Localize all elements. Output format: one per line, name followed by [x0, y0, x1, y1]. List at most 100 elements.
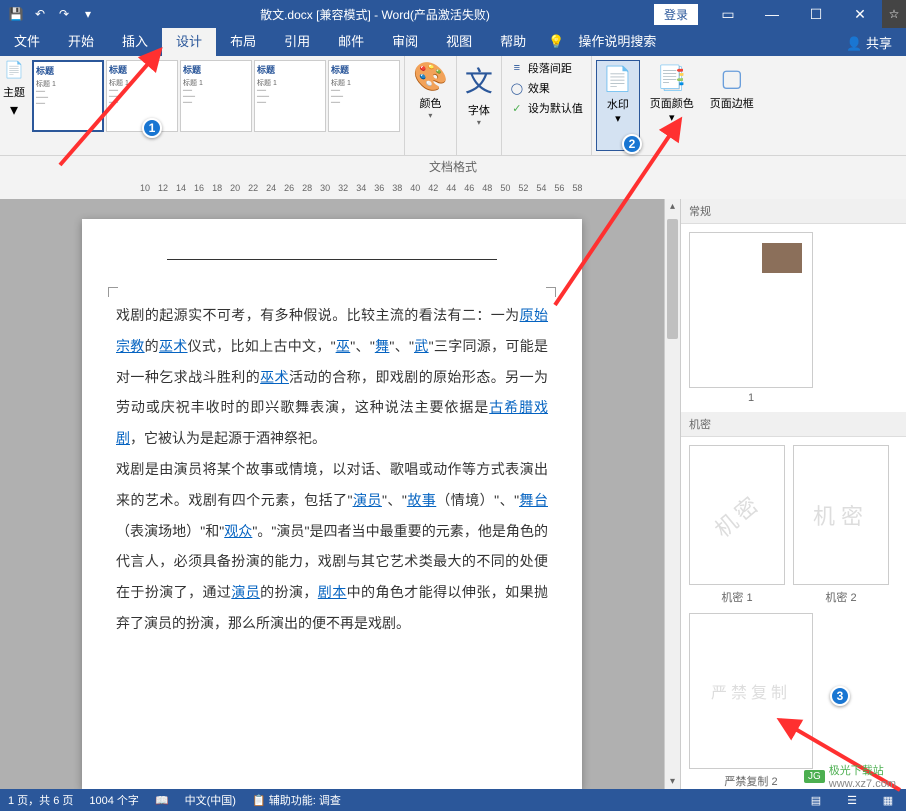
themes-button[interactable]: 📄 主题 ▾: [0, 56, 28, 155]
link[interactable]: 巫术: [260, 369, 289, 385]
set-default-button[interactable]: ✓设为默认值: [510, 100, 583, 116]
style-thumb[interactable]: 标题 标题 1 ━━━━━━━━━━: [254, 60, 326, 132]
language[interactable]: 中文(中国): [185, 792, 236, 808]
paragraph[interactable]: 戏剧的起源实不可考，有多种假说。比较主流的看法有二：一为原始宗教的巫术仪式，比如…: [116, 300, 548, 454]
ribbon: 📄 主题 ▾ 标题 标题 1 ━━━━━━━━━━ 标题 标题 1 ━━━━━━…: [0, 56, 906, 156]
ruler-tick: 34: [356, 183, 366, 193]
colors-button[interactable]: 🎨 颜色 ▾: [405, 56, 457, 155]
fonts-icon: 文: [465, 60, 493, 100]
ruler[interactable]: 1012141618202224262830323436384042444648…: [0, 177, 906, 199]
ruler-tick: 14: [176, 183, 186, 193]
style-thumb[interactable]: 标题 标题 1 ━━━━━━━━━━: [328, 60, 400, 132]
share-label: 共享: [866, 36, 892, 51]
style-gallery[interactable]: 标题 标题 1 ━━━━━━━━━━ 标题 标题 1 ━━━━━━━━━━ 标题…: [28, 56, 405, 155]
lightbulb-icon: 💡: [548, 34, 564, 50]
tab-help[interactable]: 帮助: [486, 28, 540, 56]
style-thumb[interactable]: 标题 标题 1 ━━━━━━━━━━: [32, 60, 104, 132]
link[interactable]: 舞: [375, 338, 390, 354]
scroll-up-icon[interactable]: ▴: [665, 201, 680, 212]
scroll-down-icon[interactable]: ▾: [665, 776, 680, 787]
close-icon[interactable]: ✕: [838, 0, 882, 28]
paragraph[interactable]: 戏剧是由演员将某个故事或情境，以对话、歌唱或动作等方式表演出来的艺术。戏剧有四个…: [116, 454, 548, 639]
ruler-tick: 28: [302, 183, 312, 193]
tab-home[interactable]: 开始: [54, 28, 108, 56]
colors-icon: 🎨: [413, 60, 448, 93]
tab-review[interactable]: 审阅: [378, 28, 432, 56]
doc-format-group-label: 文档格式: [0, 156, 906, 177]
page-border-button[interactable]: ▢ 页面边框: [704, 60, 760, 151]
ruler-tick: 40: [410, 183, 420, 193]
tab-file[interactable]: 文件: [0, 28, 54, 56]
ruler-tick: 56: [554, 183, 564, 193]
print-layout-icon[interactable]: ☰: [842, 794, 862, 807]
redo-icon[interactable]: ↷: [56, 6, 72, 22]
ruler-tick: 42: [428, 183, 438, 193]
tab-mail[interactable]: 邮件: [324, 28, 378, 56]
read-mode-icon[interactable]: ▤: [806, 794, 826, 807]
ruler-tick: 10: [140, 183, 150, 193]
link[interactable]: 演员: [353, 492, 382, 508]
ruler-tick: 20: [230, 183, 240, 193]
link[interactable]: 武: [414, 338, 429, 354]
link[interactable]: 观众: [224, 523, 252, 539]
style-sub: 标题 1: [257, 78, 323, 88]
word-count[interactable]: 1004 个字: [89, 792, 139, 808]
scrollbar-thumb[interactable]: [667, 219, 678, 339]
link[interactable]: 演员: [231, 584, 260, 600]
link[interactable]: 剧本: [318, 584, 347, 600]
minimize-icon[interactable]: —: [750, 0, 794, 28]
tab-view[interactable]: 视图: [432, 28, 486, 56]
spellcheck-icon[interactable]: 📖: [155, 794, 169, 807]
save-icon[interactable]: 💾: [8, 6, 24, 22]
link[interactable]: 巫: [336, 338, 351, 354]
maximize-icon[interactable]: ☐: [794, 0, 838, 28]
style-title: 标题: [36, 64, 100, 77]
qat-more-icon[interactable]: ▾: [80, 6, 96, 22]
page-count[interactable]: 1 页，共 6 页: [8, 792, 73, 808]
watermark-option[interactable]: 机密 机密 2: [793, 445, 889, 605]
undo-icon[interactable]: ↶: [32, 6, 48, 22]
style-title: 标题: [109, 63, 175, 76]
page-color-icon: 📑: [657, 64, 687, 93]
tab-design[interactable]: 设计: [162, 28, 216, 56]
ribbon-display-icon[interactable]: ▭: [706, 0, 750, 28]
page-color-button[interactable]: 📑 页面颜色 ▾: [644, 60, 700, 151]
ruler-tick: 32: [338, 183, 348, 193]
tab-layout[interactable]: 布局: [216, 28, 270, 56]
fonts-button[interactable]: 文 字体 ▾: [457, 56, 502, 155]
link[interactable]: 舞台: [519, 492, 548, 508]
share-button[interactable]: 👤 共享: [832, 33, 906, 52]
document-area[interactable]: 戏剧的起源实不可考，有多种假说。比较主流的看法有二：一为原始宗教的巫术仪式，比如…: [0, 199, 664, 789]
ribbon-tabs: 文件 开始 插入 设计 布局 引用 邮件 审阅 视图 帮助 💡 操作说明搜索 👤…: [0, 28, 906, 56]
ruler-tick: 50: [500, 183, 510, 193]
style-title: 标题: [183, 63, 249, 76]
ruler-tick: 26: [284, 183, 294, 193]
tell-me[interactable]: 操作说明搜索: [564, 28, 670, 56]
web-layout-icon[interactable]: ▦: [878, 794, 898, 807]
watermark-option[interactable]: 严禁复制 严禁复制 2: [689, 613, 813, 789]
document-page[interactable]: 戏剧的起源实不可考，有多种假说。比较主流的看法有二：一为原始宗教的巫术仪式，比如…: [82, 219, 582, 789]
watermark-option[interactable]: 1: [689, 232, 813, 404]
watermark-preview-text: 机密: [707, 486, 767, 544]
style-thumb[interactable]: 标题 标题 1 ━━━━━━━━━━: [106, 60, 178, 132]
accessibility[interactable]: 📋 辅助功能: 调查: [252, 792, 341, 808]
effects-button[interactable]: ◯效果: [510, 80, 583, 96]
paragraph-spacing-button[interactable]: ≡段落间距: [510, 60, 583, 76]
vertical-scrollbar[interactable]: ▴ ▾: [664, 199, 680, 789]
watermark-preview-text: 严禁复制: [711, 679, 791, 703]
watermark-button[interactable]: 📄 水印 ▾: [596, 60, 640, 151]
watermark-option[interactable]: 机密 机密 1: [689, 445, 785, 605]
style-sub: 标题 1: [109, 78, 175, 88]
para-spacing-label: 段落间距: [528, 60, 572, 76]
style-thumb[interactable]: 标题 标题 1 ━━━━━━━━━━: [180, 60, 252, 132]
watermark-caption: 1: [689, 392, 813, 404]
themes-label: 主题: [3, 84, 25, 100]
login-button[interactable]: 登录: [654, 4, 698, 25]
link[interactable]: 故事: [407, 492, 436, 508]
chevron-down-icon: ▾: [477, 118, 481, 127]
tab-references[interactable]: 引用: [270, 28, 324, 56]
tab-insert[interactable]: 插入: [108, 28, 162, 56]
browser-favorite-icon[interactable]: ☆: [882, 0, 906, 28]
style-title: 标题: [331, 63, 397, 76]
link[interactable]: 巫术: [159, 338, 188, 354]
